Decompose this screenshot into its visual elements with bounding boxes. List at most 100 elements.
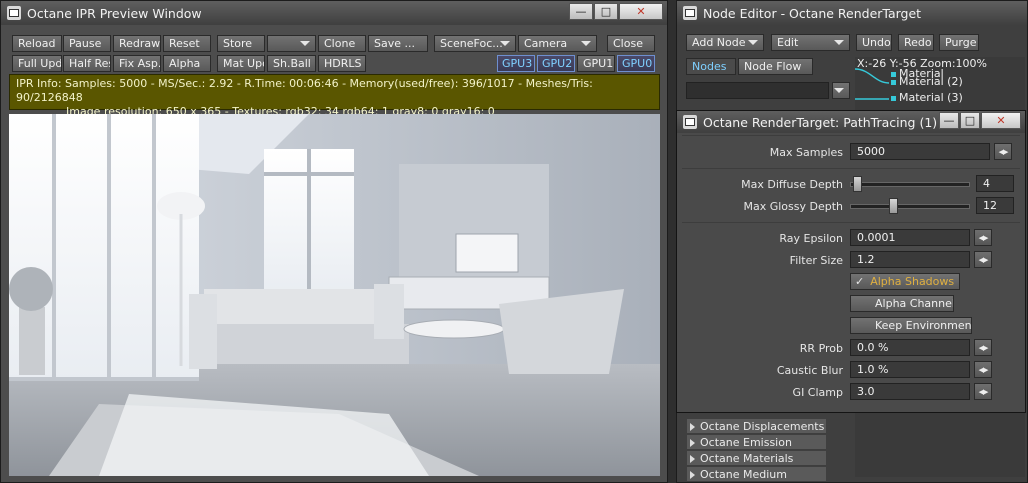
material-2-node[interactable]: Material (2) bbox=[891, 75, 963, 88]
node-search-dropdown[interactable] bbox=[686, 82, 829, 99]
undo-button[interactable]: Undo bbox=[856, 34, 892, 51]
ipr-titlebar[interactable]: Octane IPR Preview Window — □ ✕ bbox=[1, 1, 667, 25]
full-update-button[interactable]: Full Upd. bbox=[12, 55, 62, 72]
close-icon[interactable]: ✕ bbox=[981, 112, 1021, 129]
gpu2-toggle[interactable]: GPU2 bbox=[537, 55, 575, 72]
reload-button[interactable]: Reload bbox=[12, 35, 62, 52]
redraw-button[interactable]: Redraw bbox=[113, 35, 161, 52]
chevron-down-icon bbox=[500, 41, 510, 46]
store-slot-dropdown[interactable] bbox=[267, 35, 316, 52]
chevron-down-icon bbox=[581, 41, 591, 46]
gi-clamp-stepper[interactable]: ◀▶ bbox=[974, 383, 992, 400]
camera-label: Camera bbox=[524, 37, 568, 50]
store-dropdown[interactable]: Store bbox=[217, 35, 265, 52]
close-button[interactable]: Close bbox=[607, 35, 655, 52]
max-samples-field[interactable]: 5000 bbox=[850, 143, 990, 160]
max-diffuse-label: Max Diffuse Depth bbox=[741, 178, 843, 191]
shader-ball-button[interactable]: Sh.Ball bbox=[267, 55, 316, 72]
save-dropdown[interactable]: Save ... bbox=[368, 35, 428, 52]
gpu3-toggle[interactable]: GPU3 bbox=[497, 55, 535, 72]
node-editor-titlebar[interactable]: Node Editor - Octane RenderTarget bbox=[677, 1, 1027, 25]
max-glossy-field[interactable]: 12 bbox=[976, 197, 1014, 214]
slider-thumb[interactable] bbox=[889, 198, 899, 214]
edit-label: Edit bbox=[777, 36, 799, 49]
chevron-down-icon bbox=[834, 40, 844, 45]
keep-environment-toggle[interactable]: Keep Environment bbox=[850, 317, 972, 334]
max-samples-stepper[interactable]: ◀▶ bbox=[994, 143, 1012, 160]
node-connections bbox=[855, 68, 890, 100]
scene-focus-dropdown[interactable]: SceneFoc... bbox=[434, 35, 516, 52]
window-icon bbox=[683, 6, 697, 20]
max-diffuse-slider[interactable] bbox=[850, 175, 970, 192]
ray-epsilon-stepper[interactable]: ◀▶ bbox=[974, 229, 992, 246]
caustic-blur-field[interactable]: 1.0 % bbox=[850, 361, 970, 378]
alpha-channel-toggle[interactable]: Alpha Channel bbox=[850, 295, 954, 312]
purge-button[interactable]: Purge bbox=[939, 34, 979, 51]
tree-item-medium[interactable]: Octane Medium bbox=[687, 467, 826, 482]
material-3-node[interactable]: Material (3) bbox=[891, 91, 963, 104]
hdrls-button[interactable]: HDRLS bbox=[318, 55, 366, 72]
ray-epsilon-field[interactable]: 0.0001 bbox=[850, 229, 970, 246]
max-glossy-slider[interactable] bbox=[850, 197, 970, 214]
node-editor-title: Node Editor - Octane RenderTarget bbox=[703, 5, 922, 21]
render-target-titlebar[interactable]: Octane RenderTarget: PathTracing (1) — □… bbox=[677, 111, 1025, 133]
max-glossy-label: Max Glossy Depth bbox=[743, 200, 843, 213]
window-icon bbox=[683, 115, 697, 129]
slider-track bbox=[850, 182, 970, 187]
minimize-icon[interactable]: — bbox=[569, 3, 593, 20]
stepper-arrows-icon: ◀▶ bbox=[978, 233, 989, 242]
maximize-icon[interactable]: □ bbox=[594, 3, 618, 20]
slider-thumb[interactable] bbox=[853, 176, 863, 192]
material-2-label: Material (2) bbox=[899, 75, 963, 88]
redo-button[interactable]: Redo bbox=[898, 34, 934, 51]
filter-size-stepper[interactable]: ◀▶ bbox=[974, 251, 992, 268]
tree-item-emission[interactable]: Octane Emission bbox=[687, 435, 826, 450]
add-node-dropdown[interactable]: Add Node bbox=[686, 34, 764, 51]
maximize-icon[interactable]: □ bbox=[960, 112, 980, 129]
ipr-info-panel: IPR Info: Samples: 5000 - MS/Sec.: 2.92 … bbox=[9, 74, 660, 118]
half-res-button[interactable]: Half Res bbox=[63, 55, 111, 72]
ray-epsilon-label: Ray Epsilon bbox=[779, 232, 843, 245]
chevron-down-icon bbox=[834, 88, 844, 93]
tab-nodes[interactable]: Nodes bbox=[686, 58, 736, 75]
pause-button[interactable]: Pause bbox=[63, 35, 111, 52]
edit-dropdown[interactable]: Edit bbox=[771, 34, 850, 51]
stepper-arrows-icon: ◀▶ bbox=[978, 387, 989, 396]
alpha-shadows-toggle[interactable]: ✓ Alpha Shadows bbox=[850, 273, 960, 290]
stepper-arrows-icon: ◀▶ bbox=[998, 147, 1009, 156]
filter-size-field[interactable]: 1.2 bbox=[850, 251, 970, 268]
close-icon[interactable]: ✕ bbox=[619, 3, 663, 20]
tree-item-displacements[interactable]: Octane Displacements bbox=[687, 419, 826, 434]
gi-clamp-field[interactable]: 3.0 bbox=[850, 383, 970, 400]
stepper-arrows-icon: ◀▶ bbox=[978, 255, 989, 264]
window-icon bbox=[7, 6, 21, 20]
chevron-down-icon bbox=[748, 40, 758, 45]
gpu0-toggle[interactable]: GPU0 bbox=[617, 55, 655, 72]
rr-prob-label: RR Prob bbox=[799, 342, 843, 355]
minimize-icon[interactable]: — bbox=[939, 112, 959, 129]
max-samples-label: Max Samples bbox=[769, 146, 843, 159]
stepper-arrows-icon: ◀▶ bbox=[978, 365, 989, 374]
filter-size-label: Filter Size bbox=[789, 254, 843, 267]
chevron-down-icon bbox=[300, 41, 310, 46]
camera-dropdown[interactable]: Camera bbox=[518, 35, 597, 52]
tab-node-flow[interactable]: Node Flow bbox=[738, 58, 813, 75]
material-3-label: Material (3) bbox=[899, 91, 963, 104]
gpu1-toggle[interactable]: GPU1 bbox=[577, 55, 615, 72]
alpha-channel-label: Alpha Channel bbox=[875, 297, 954, 310]
tree-item-materials[interactable]: Octane Materials bbox=[687, 451, 826, 466]
max-diffuse-field[interactable]: 4 bbox=[976, 175, 1014, 192]
render-viewport[interactable] bbox=[9, 114, 660, 476]
reset-button[interactable]: Reset bbox=[163, 35, 211, 52]
fix-aspect-button[interactable]: Fix Asp. bbox=[113, 55, 161, 72]
node-search-arrow[interactable] bbox=[832, 82, 850, 99]
mat-update-button[interactable]: Mat Upd bbox=[217, 55, 265, 72]
clone-button[interactable]: Clone bbox=[318, 35, 366, 52]
caustic-blur-stepper[interactable]: ◀▶ bbox=[974, 361, 992, 378]
keep-environment-label: Keep Environment bbox=[875, 319, 972, 332]
rr-prob-field[interactable]: 0.0 % bbox=[850, 339, 970, 356]
scene-focus-label: SceneFoc... bbox=[440, 37, 503, 50]
alpha-button[interactable]: Alpha bbox=[163, 55, 211, 72]
stepper-arrows-icon: ◀▶ bbox=[978, 343, 989, 352]
rr-prob-stepper[interactable]: ◀▶ bbox=[974, 339, 992, 356]
